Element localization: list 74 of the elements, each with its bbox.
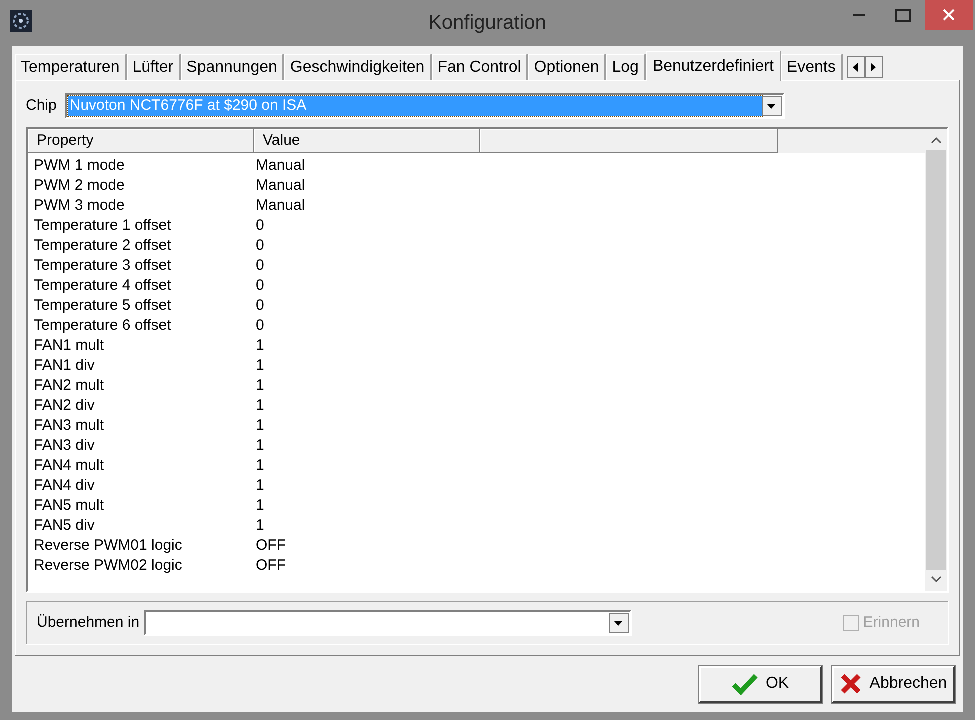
ok-button[interactable]: OK [699, 666, 822, 702]
tab-scroll-right[interactable] [864, 56, 883, 78]
property-cell-text: FAN4 div [33, 476, 96, 496]
cross-icon [840, 673, 862, 695]
apply-label: Übernehmen in [37, 612, 140, 633]
left-arrow-icon [853, 62, 858, 72]
right-arrow-icon [871, 62, 876, 72]
value-cell-text: 1 [256, 336, 264, 356]
property-cell-text: PWM 2 mode [33, 176, 126, 196]
value-cell-text: 1 [256, 356, 264, 376]
tab[interactable]: Log [606, 54, 646, 80]
caret-icon [767, 104, 776, 108]
column-header[interactable]: Value [254, 129, 480, 153]
value-cell-text: 1 [256, 416, 264, 436]
property-cell-text: FAN5 div [33, 516, 96, 536]
checkmark-icon [732, 673, 758, 695]
app-icon [10, 10, 32, 32]
scroll-up-icon[interactable] [930, 137, 942, 144]
apply-dropdown[interactable] [144, 610, 632, 636]
tab[interactable]: Geschwindigkeiten [284, 54, 432, 80]
property-cell-text: Reverse PWM02 logic [33, 556, 184, 576]
property-cell-text: Temperature 6 offset [33, 316, 172, 336]
property-cell-text: FAN1 div [33, 356, 96, 376]
value-cell-text: OFF [256, 556, 286, 576]
caret-icon [614, 620, 624, 626]
tab[interactable]: Benutzerdefiniert [646, 51, 781, 81]
column-header[interactable]: Property [28, 129, 254, 153]
property-cell-text: FAN4 mult [33, 456, 106, 476]
close-button[interactable] [925, 0, 973, 30]
property-cell-text: FAN2 mult [33, 376, 106, 396]
cancel-button[interactable]: Abbrechen [832, 666, 955, 702]
value-cell-text: 1 [256, 476, 264, 496]
value-cell-text: 1 [256, 376, 264, 396]
value-cell-text: OFF [256, 536, 286, 556]
tab-scroll-left[interactable] [846, 56, 865, 78]
value-cell-text: Manual [256, 176, 306, 196]
scroll-down-icon[interactable] [930, 576, 942, 583]
value-cell-text: 1 [256, 396, 264, 416]
value-cell-text: 1 [256, 436, 264, 456]
property-cell-text: Temperature 1 offset [33, 216, 172, 236]
property-cell-text: FAN3 mult [33, 416, 106, 436]
tab[interactable]: Events [780, 54, 843, 80]
value-cell-text: 0 [256, 236, 264, 256]
scrollbar[interactable] [925, 129, 947, 591]
property-cell-text: Temperature 4 offset [33, 276, 172, 296]
value-cell-text: 1 [256, 516, 264, 536]
chip-label: Chip [26, 96, 57, 116]
value-cell-text: 0 [256, 276, 264, 296]
close-icon [942, 8, 956, 22]
property-cell-text: Temperature 3 offset [33, 256, 172, 276]
property-cell-text: Temperature 2 offset [33, 236, 172, 256]
value-cell-text: 0 [256, 296, 264, 316]
property-cell-text: FAN3 div [33, 436, 96, 456]
window-title: Konfiguration [428, 11, 546, 36]
tab[interactable]: Temperaturen [15, 54, 127, 80]
property-cell-text: PWM 3 mode [33, 196, 126, 216]
tab[interactable]: Spannungen [180, 54, 284, 80]
property-cell-text: FAN2 div [33, 396, 96, 416]
tab[interactable]: Optionen [528, 54, 606, 80]
tab[interactable]: Lüfter [126, 54, 181, 80]
property-cell-text: FAN1 mult [33, 336, 106, 356]
property-cell-text: Reverse PWM01 logic [33, 536, 184, 556]
value-cell-text: 1 [256, 496, 264, 516]
value-cell-text: 0 [256, 216, 264, 236]
value-cell-text: 0 [256, 316, 264, 336]
property-cell-text: FAN5 mult [33, 496, 106, 516]
remember-label: Erinnern [863, 612, 920, 633]
property-cell-text: PWM 1 mode [33, 156, 126, 176]
property-cell-text: Temperature 5 offset [33, 296, 172, 316]
tab[interactable]: Fan Control [432, 54, 528, 80]
value-cell-text: Manual [256, 156, 306, 176]
value-cell-text: Manual [256, 196, 306, 216]
value-cell-text: 1 [256, 456, 264, 476]
value-cell-text: 0 [256, 256, 264, 276]
